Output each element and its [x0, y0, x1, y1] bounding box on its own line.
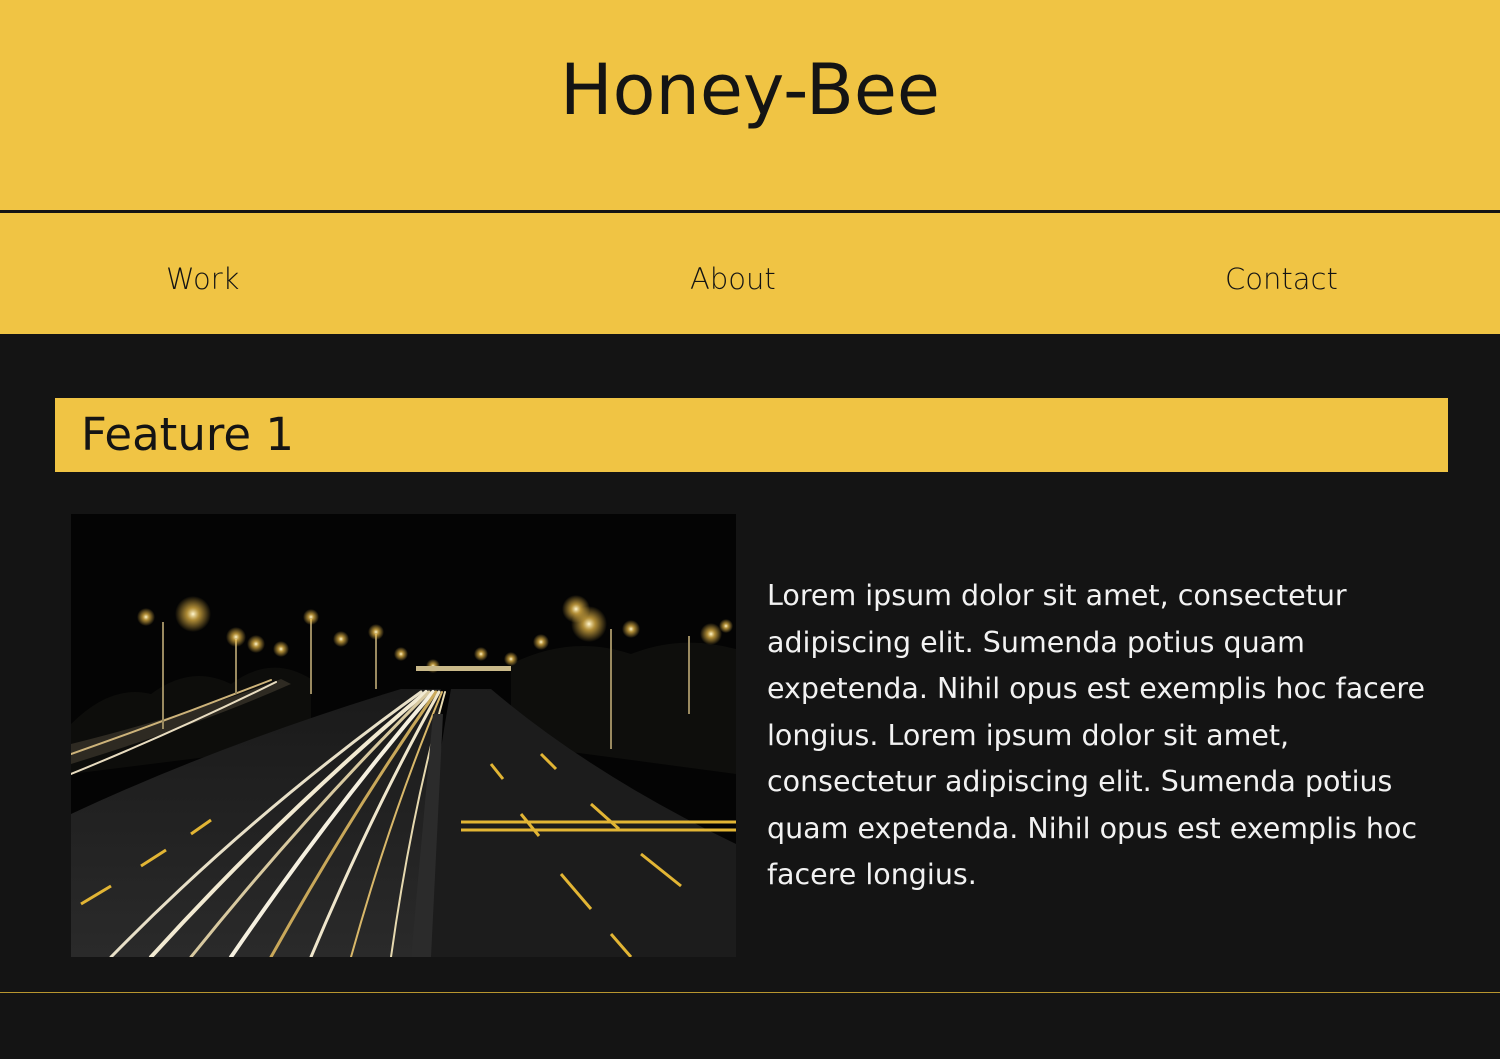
site-header: Honey-Bee	[0, 0, 1500, 210]
nav-link-work[interactable]: Work	[166, 261, 239, 297]
feature-banner: Feature 1	[55, 398, 1448, 472]
feature-title: Feature 1	[81, 408, 294, 461]
nav-link-contact[interactable]: Contact	[1225, 261, 1338, 297]
footer-divider	[0, 992, 1500, 993]
feature-body-text: Lorem ipsum dolor sit amet, consectetur …	[767, 579, 1425, 891]
highway-photo	[71, 514, 736, 957]
feature-image	[71, 514, 736, 957]
main-nav: Work About Contact	[0, 213, 1500, 334]
nav-link-about[interactable]: About	[690, 261, 776, 297]
site-title: Honey-Bee	[559, 49, 940, 131]
